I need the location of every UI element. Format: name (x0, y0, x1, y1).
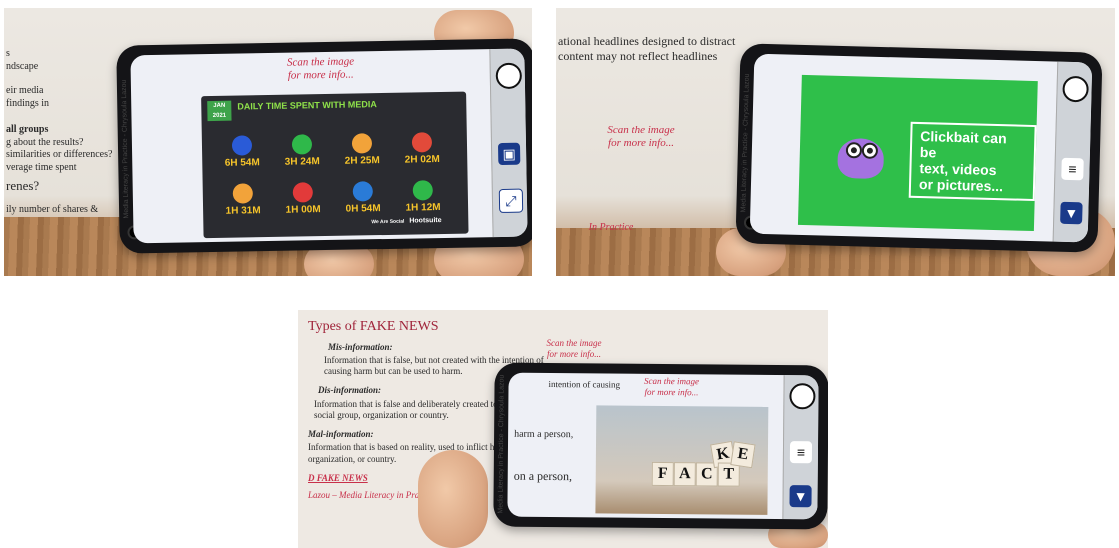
paper-line: findings in (6, 97, 50, 109)
paper-line: verage time spent (6, 161, 77, 173)
paper-text-block: s ndscape eir media findings in all grou… (6, 48, 126, 217)
minus-circle-icon[interactable] (495, 62, 523, 90)
stat-value: 3H 24M (284, 156, 320, 168)
stat-value: 0H 54M (345, 203, 381, 215)
scan-prompt: Scan the image for more info... (546, 338, 602, 359)
paper-line: ndscape (6, 60, 39, 72)
screen-paper-fragment: harm a person, (514, 428, 574, 441)
ar-toolbar[interactable]: ▣ ⤢ (489, 48, 528, 238)
stat-item: 1H 00M (275, 182, 332, 216)
document-title: Types of FAKE NEWS (308, 319, 439, 334)
letter-tile: E (730, 441, 756, 469)
brand-we-are-social: We Are Social (371, 218, 405, 226)
stat-value: 1H 12M (405, 202, 441, 214)
screen-paper-fragment: on a person, (513, 468, 573, 484)
fact-tiles-image: F A C K T E (595, 405, 769, 515)
letter-tile: T (717, 462, 740, 487)
minus-circle-icon[interactable] (1062, 75, 1089, 103)
stat-item: 1H 31M (215, 183, 272, 217)
phone-screen: intention of causing Scan the image for … (507, 372, 819, 520)
paper-line: similarities or differences? (6, 149, 113, 160)
infographic: JAN 2021 DAILY TIME SPENT WITH MEDIA 6H … (201, 91, 469, 239)
clickbait-card: Clickbait can be text, videos or picture… (797, 74, 1038, 232)
photo-clickbait-scan: ational headlines designed to distract c… (556, 8, 1115, 276)
letter-tile: A (673, 462, 696, 487)
letter-tile: F (651, 461, 674, 487)
screen-scan-prompt: Scan the image for more info... (644, 375, 700, 398)
phone-screen: Scan the image for more info... JAN 2021… (130, 48, 528, 244)
down-arrow-icon[interactable]: ▼ (1060, 201, 1083, 225)
scan-prompt: Scan the image for more info... (607, 124, 675, 150)
section-heading: Mis-information: (328, 341, 393, 352)
fullscreen-icon[interactable]: ⤢ (498, 188, 524, 214)
stat-value: 2H 25M (344, 155, 380, 167)
paper-line: ational headlines designed to distract (558, 34, 736, 48)
paper-line: all groups (6, 124, 49, 135)
brand-hootsuite: Hootsuite (409, 217, 442, 225)
ar-toolbar[interactable]: ≡ ▼ (782, 375, 819, 520)
stat-value: 1H 00M (285, 204, 321, 216)
stat-item: 0H 54M (335, 181, 392, 215)
phone: Media Literacy in Practice - Chrysoula L… (116, 38, 532, 254)
date-badge: JAN 2021 (207, 100, 232, 122)
photo-fake-news-scan: Types of FAKE NEWS Mis-information: Info… (298, 310, 828, 548)
stat-item: 2H 02M (394, 132, 451, 166)
paper-line: eir media (6, 85, 44, 96)
phone: Media Literacy in Practice - Chrysoula L… (735, 43, 1103, 253)
equals-icon[interactable]: ≡ (1061, 157, 1084, 181)
paper-line: ily number of shares & (6, 204, 99, 216)
paper-line: renes? (6, 178, 40, 193)
stat-value: 1H 31M (225, 205, 261, 217)
photo-infographic-scan: s ndscape eir media findings in all grou… (4, 8, 532, 276)
down-arrow-icon[interactable]: ▼ (789, 485, 812, 508)
infographic-title: DAILY TIME SPENT WITH MEDIA (237, 99, 377, 112)
stat-item: 6H 54M (214, 135, 271, 169)
monster-character (837, 137, 885, 180)
minus-circle-icon[interactable] (789, 383, 816, 410)
scan-icon[interactable]: ▣ (497, 142, 521, 166)
footer-text: In Practice (588, 222, 634, 233)
stat-value: 2H 02M (404, 154, 440, 166)
clickbait-message: Clickbait can be text, videos or picture… (908, 121, 1037, 202)
paper-line: content may not reflect headlines (558, 49, 718, 63)
equals-icon[interactable]: ≡ (789, 441, 813, 464)
paper-line: s (6, 48, 10, 59)
phone-screen: Clickbait can be text, videos or picture… (749, 53, 1093, 243)
screen-paper-fragment: intention of causing (548, 379, 621, 390)
scan-prompt: Scan the image for more info... (286, 55, 355, 82)
stat-item: 2H 25M (334, 133, 391, 167)
stat-value: 6H 54M (224, 157, 260, 169)
paper-text-block: ational headlines designed to distract c… (558, 34, 735, 64)
stat-item: 3H 24M (274, 134, 331, 168)
paper-line: g about the results? (6, 136, 84, 148)
hand-left (418, 450, 488, 548)
ar-toolbar[interactable]: ≡ ▼ (1052, 61, 1093, 243)
stat-item: 1H 12M (395, 180, 452, 214)
phone: Media Literacy in Practice - Chrysoula L… (493, 362, 828, 530)
